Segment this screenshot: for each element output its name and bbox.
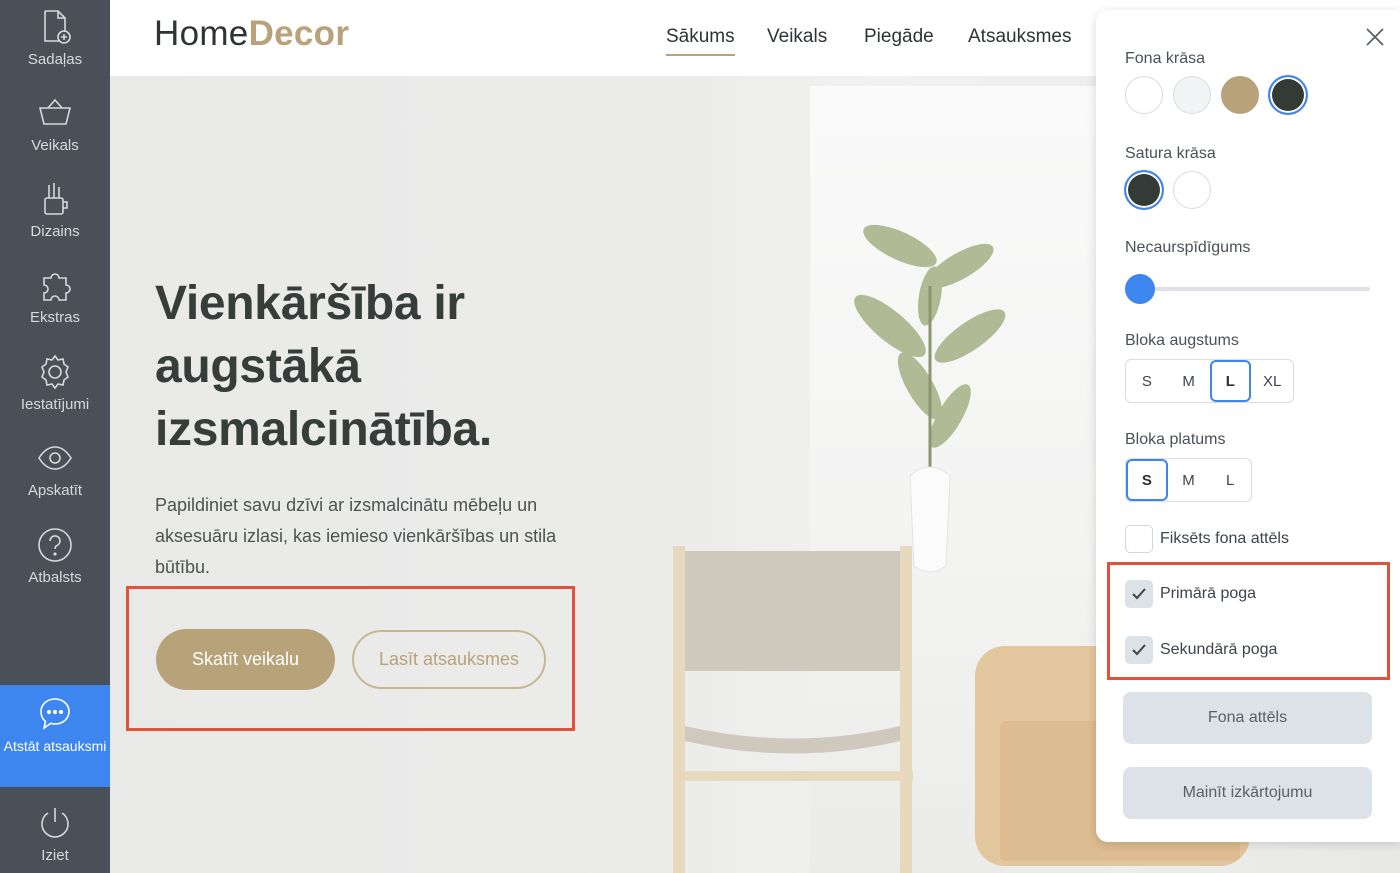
nav-delivery[interactable]: Piegāde: [864, 26, 934, 48]
block-height-selector: S M L XL: [1125, 359, 1294, 403]
bg-swatch-light-gray[interactable]: [1173, 76, 1211, 114]
logo-part-decor: Decor: [248, 14, 350, 53]
background-color-label: Fona krāsa: [1125, 50, 1206, 67]
fixed-background-checkbox-row[interactable]: Fiksēts fona attēls: [1125, 525, 1289, 553]
chat-bubble-icon: [40, 698, 70, 730]
width-option-m[interactable]: M: [1168, 459, 1210, 501]
sidebar-label: Dizains: [30, 223, 80, 240]
nav-shop[interactable]: Veikals: [767, 26, 827, 48]
site-logo[interactable]: HomeDecor: [154, 14, 349, 54]
button-toggles-highlight: [1107, 562, 1390, 680]
nav-reviews[interactable]: Atsauksmes: [968, 26, 1071, 48]
block-width-selector: S M L: [1125, 458, 1252, 502]
opacity-slider-track[interactable]: [1140, 287, 1370, 291]
plant-image: [854, 224, 1006, 573]
sidebar-item-logout[interactable]: Iziet: [0, 796, 110, 873]
basket-icon: [38, 98, 72, 125]
bg-swatch-gold[interactable]: [1221, 76, 1259, 114]
height-option-l[interactable]: L: [1209, 360, 1252, 402]
sidebar-item-sections[interactable]: Sadaļas: [0, 0, 110, 86]
help-icon: [38, 528, 72, 562]
sidebar-label: Ekstras: [29, 309, 80, 326]
hero-subtext: Papildiniet savu dzīvi ar izsmalcinātu m…: [155, 495, 557, 577]
sidebar-item-preview[interactable]: Apskatīt: [0, 431, 110, 517]
left-sidebar: Sadaļas Veikals Dizains Ekstras Iestatīj…: [0, 0, 110, 873]
change-layout-button[interactable]: Mainīt izkārtojumu: [1123, 767, 1372, 819]
opacity-slider-knob[interactable]: [1125, 274, 1155, 304]
sidebar-label: Atbalsts: [28, 569, 82, 586]
sidebar-item-feedback[interactable]: Atstāt atsauksmi: [0, 685, 110, 787]
brush-icon: [44, 183, 68, 215]
block-height-label: Bloka augstums: [1125, 332, 1239, 349]
sidebar-label: Iziet: [41, 847, 69, 864]
bg-swatch-white[interactable]: [1125, 76, 1163, 114]
fixed-background-label: Fiksēts fona attēls: [1160, 530, 1289, 547]
eye-icon: [38, 446, 72, 470]
content-swatch-dark[interactable]: [1124, 170, 1164, 210]
bg-swatch-dark-green[interactable]: [1268, 75, 1308, 115]
sidebar-item-design[interactable]: Dizains: [0, 172, 110, 258]
power-icon: [41, 808, 69, 838]
nav-home[interactable]: Sākums: [666, 26, 735, 56]
background-image-button[interactable]: Fona attēls: [1123, 692, 1372, 744]
content-swatch-white[interactable]: [1173, 171, 1211, 209]
chair-image: [673, 546, 913, 873]
hero-buttons-highlight: [126, 586, 575, 731]
headline-line: izsmalcinātība.: [155, 403, 492, 456]
sidebar-item-support[interactable]: Atbalsts: [0, 518, 110, 604]
width-option-s[interactable]: S: [1126, 459, 1168, 501]
puzzle-icon: [43, 273, 71, 301]
sidebar-item-extras[interactable]: Ekstras: [0, 258, 110, 344]
opacity-label: Necaurspīdīgums: [1125, 239, 1251, 256]
headline-line: Vienkāršība ir: [155, 277, 465, 330]
sidebar-label: Veikals: [31, 137, 79, 154]
height-option-m[interactable]: M: [1168, 360, 1210, 402]
block-settings-panel: Fona krāsa Satura krāsa Necaurspīdīgums …: [1096, 10, 1400, 842]
fixed-background-checkbox[interactable]: [1125, 525, 1153, 553]
add-page-icon: [44, 10, 71, 44]
block-width-label: Bloka platums: [1125, 431, 1226, 448]
sidebar-label: Apskatīt: [27, 482, 83, 499]
height-option-xl[interactable]: XL: [1251, 360, 1293, 402]
sidebar-label: Atstāt atsauksmi: [3, 738, 107, 754]
content-color-label: Satura krāsa: [1125, 145, 1216, 162]
gear-icon: [41, 354, 69, 390]
sidebar-item-shop[interactable]: Veikals: [0, 86, 110, 172]
sidebar-label: Iestatījumi: [20, 396, 90, 413]
headline-line: augstākā: [155, 340, 361, 393]
close-icon[interactable]: [1362, 24, 1388, 50]
width-option-l[interactable]: L: [1209, 459, 1251, 501]
hero-headline: Vienkāršība ir augstākā izsmalcinātība.: [155, 272, 492, 461]
sidebar-label: Sadaļas: [27, 51, 83, 68]
height-option-s[interactable]: S: [1126, 360, 1168, 402]
sidebar-item-settings[interactable]: Iestatījumi: [0, 345, 110, 431]
logo-part-home: Home: [154, 14, 249, 53]
